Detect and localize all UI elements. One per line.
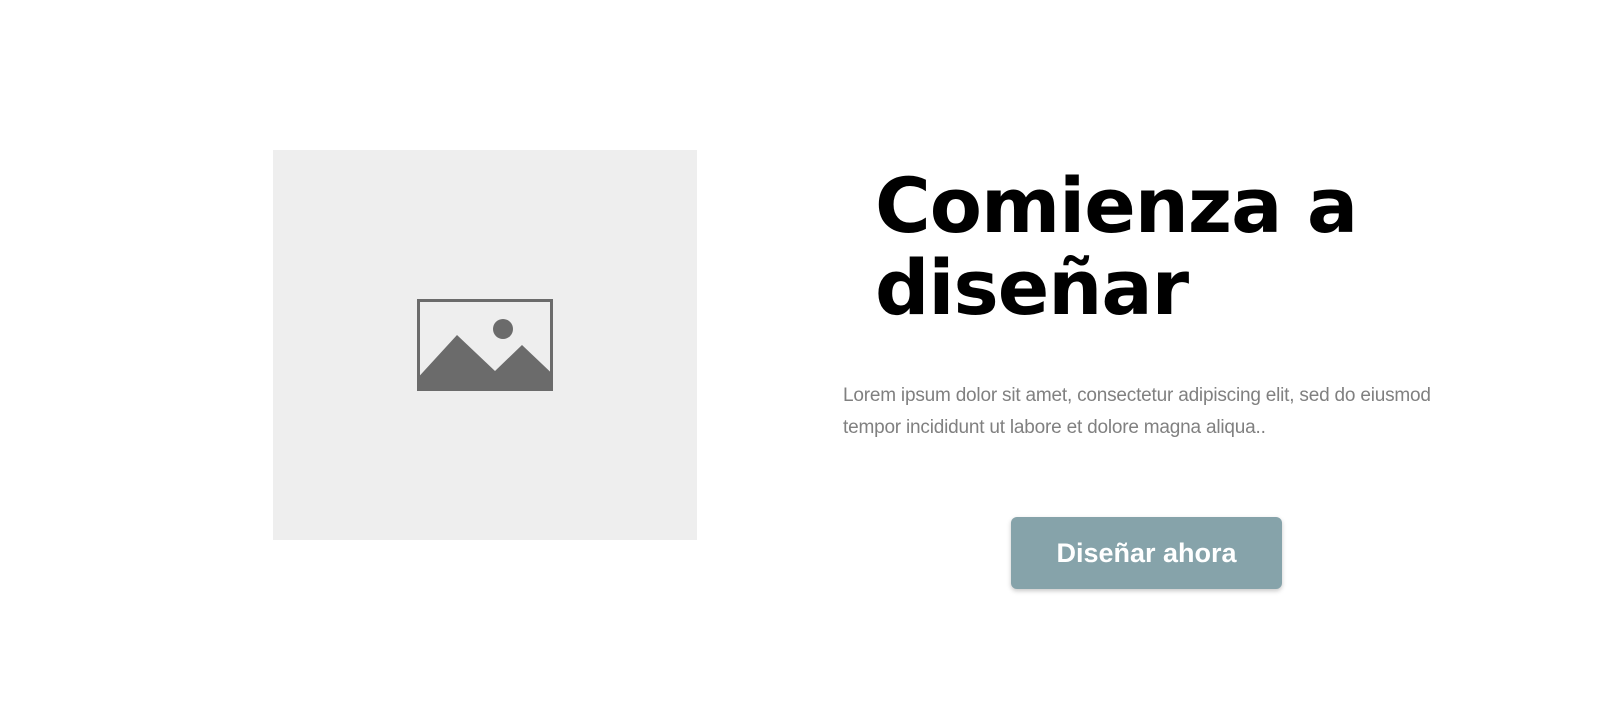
page-heading: Comienza a diseñar <box>875 161 1358 332</box>
image-placeholder <box>273 150 697 540</box>
image-placeholder-icon <box>417 299 553 391</box>
description-text: Lorem ipsum dolor sit amet, consectetur … <box>843 385 1431 438</box>
design-now-button[interactable]: Diseñar ahora <box>1011 517 1282 589</box>
